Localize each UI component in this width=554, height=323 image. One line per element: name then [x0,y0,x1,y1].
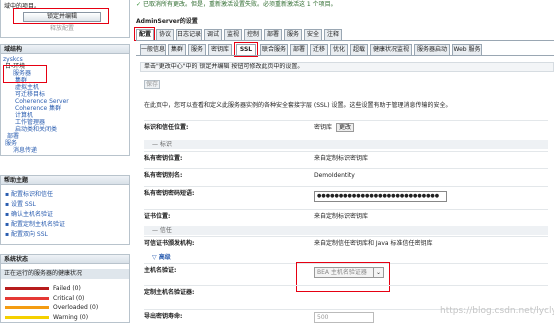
tab-logging[interactable]: 日志记录 [176,29,202,40]
private-key-location-label: 私有密钥位置: [144,155,183,162]
cert-location-value: 来自定制标识密钥库 [314,213,369,220]
help-link-hostname-verify[interactable]: ▪ 确认主机名验证 [5,210,65,220]
notice-text: 已取消所有更改。但是，重新激活设置失败。必须重新激活这 1 个项目。 [142,1,337,8]
row-private-key-location: 私有密钥位置: 来自定制标识密钥库 [144,151,548,165]
advanced-toggle[interactable]: ▽ 高级 [152,254,171,261]
subtab-deploy[interactable]: 部署 [290,44,308,55]
hostname-verify-label: 主机名验证: [144,267,177,274]
trusted-ca-value: 来自定制信任密钥库和 Java 标准信任密钥库 [314,240,433,247]
status-overloaded: Overloaded (0) [5,303,98,313]
subtab-general[interactable]: 一般信息 [140,44,166,55]
subtab-federation[interactable]: 联合服务 [260,44,288,55]
tree-services[interactable]: 服务 [3,140,69,147]
release-config-button[interactable]: 释放配置 [23,24,101,33]
private-key-alias-value: DemoIdentity [314,172,355,179]
tab-security[interactable]: 安全 [304,29,322,40]
domain-structure-panel: 域结构 zyskcs 日-环境 服务器 集群 虚拟主机 可迁移目标 Cohere… [0,44,130,156]
change-center: 域中的项目。 锁定并编辑 释放配置 [0,0,130,38]
tree-deployments[interactable]: 部署 [3,133,69,140]
status-warning: Warning (0) [5,313,98,323]
help-link-two-way-ssl[interactable]: ▪ 配置双向 SSL [5,230,65,240]
private-key-pass-label: 私有密钥密码短语: [144,190,195,197]
highlight-lock [13,8,109,24]
identity-trust-value: 密钥库 [314,124,333,131]
row-identity-trust: 标识和信任位置: 密钥库 更改 [144,120,548,134]
change-button[interactable]: 更改 [336,123,355,132]
subtab-services[interactable]: 服务 [188,44,206,55]
tree-work-managers[interactable]: 工作管理器 [3,119,69,126]
status-critical: Critical (0) [5,294,98,304]
tree-messaging[interactable]: 消息传递 [3,147,69,154]
tab-divider [136,40,554,41]
private-key-location-value: 来自定制标识密钥库 [314,155,369,162]
domain-structure-title: 域结构 [1,45,129,54]
section-identity: — 标识 [144,140,548,149]
subtab-overload[interactable]: 超载 [350,44,368,55]
export-key-field[interactable]: 500 [314,312,374,323]
save-button[interactable]: 保存 [144,80,160,89]
watermark: https://blog.csdn.net/lyclyc [440,306,554,316]
tree-startup-classes[interactable]: 启动类和关闭类 [3,126,69,133]
tree-coherence-cluster[interactable]: Coherence 集群 [3,105,69,112]
tree-coherence-server[interactable]: Coherence Server [3,98,69,105]
custom-verifier-label: 定制主机名验证器: [144,289,195,296]
help-topics-title: 帮助主题 [1,176,129,185]
row-private-key-alias: 私有密钥别名: DemoIdentity [144,168,548,182]
trusted-ca-label: 可信证书颁发机构: [144,240,195,247]
export-key-label: 导出密钥寿命: [144,313,183,320]
system-status-subtitle: 正在运行的服务器的健康状况 [1,269,129,279]
tab-debug[interactable]: 调试 [204,29,222,40]
row-trusted-ca: 可信证书颁发机构: 来自定制信任密钥库和 Java 标准信任密钥库 [144,236,548,250]
section-trust: — 信任 [144,226,548,235]
subtab-server-start[interactable]: 服务器启动 [414,44,450,55]
highlight-server [3,65,47,83]
message-bar: ✓ 已取消所有更改。但是，重新激活设置失败。必须重新激活这 1 个项目。 [136,0,554,10]
tree-machines[interactable]: 计算机 [3,112,69,119]
row-private-key-pass: 私有密钥密码短语: ●●●●●●●●●●●●●●●●●●●●●●●●●●●● [144,186,548,206]
check-icon: ✓ [136,1,142,8]
cert-location-label: 证书位置: [144,213,171,220]
subtab-health[interactable]: 健康状况监视 [370,44,412,55]
subtab-webservices[interactable]: Web 服务 [452,44,482,55]
tab-deploy[interactable]: 部署 [264,29,282,40]
tab-protocol[interactable]: 协议 [156,29,174,40]
status-failed: Failed (0) [5,284,98,294]
private-key-alias-label: 私有密钥别名: [144,172,183,179]
lock-hint: 单击"更改中心"中的 锁定并编辑 按钮可修改此页中的设置。 [140,62,554,72]
private-key-pass-field[interactable]: ●●●●●●●●●●●●●●●●●●●●●●●●●●●● [314,191,447,202]
help-link-ssl[interactable]: ▪ 设置 SSL [5,200,65,210]
help-link-custom-verify[interactable]: ▪ 配置定制主机名验证 [5,220,65,230]
subtab-keystores[interactable]: 密钥库 [208,44,232,55]
tab-control[interactable]: 控制 [244,29,262,40]
identity-trust-label: 标识和信任位置: [144,124,189,131]
system-status-title: 系统状态 [1,255,129,264]
subtab-migration[interactable]: 迁移 [310,44,328,55]
row-custom-verifier: 定制主机名验证器: [144,285,548,303]
highlight-config-tab [134,27,155,41]
subtab-tuning[interactable]: 优化 [330,44,348,55]
row-cert-location: 证书位置: 来自定制标识密钥库 [144,209,548,223]
section-advanced: ▽ 高级 [144,253,548,262]
help-link-identity-trust[interactable]: ▪ 配置标识和信任 [5,190,65,200]
subtab-cluster[interactable]: 集群 [168,44,186,55]
tab-monitor[interactable]: 监视 [224,29,242,40]
help-topics-panel: 帮助主题 ▪ 配置标识和信任 ▪ 设置 SSL ▪ 确认主机名验证 ▪ 配置定制… [0,175,130,245]
subtab-divider [136,55,554,56]
tree-domain[interactable]: zyskcs [3,56,69,63]
breadcrumb: AdminServer的设置 [136,18,198,25]
page-description: 在此页中，您可以查看和定义此服务器实例的各种安全套接字层 (SSL) 设置。这些… [144,102,452,109]
tab-services[interactable]: 服务 [284,29,302,40]
tab-notes[interactable]: 注释 [324,29,342,40]
system-status-panel: 系统状态 正在运行的服务器的健康状况 Failed (0) Critical (… [0,254,130,323]
tree-virtual-hosts[interactable]: 虚拟主机 [3,84,69,91]
tree-migratable[interactable]: 可迁移目标 [3,91,69,98]
